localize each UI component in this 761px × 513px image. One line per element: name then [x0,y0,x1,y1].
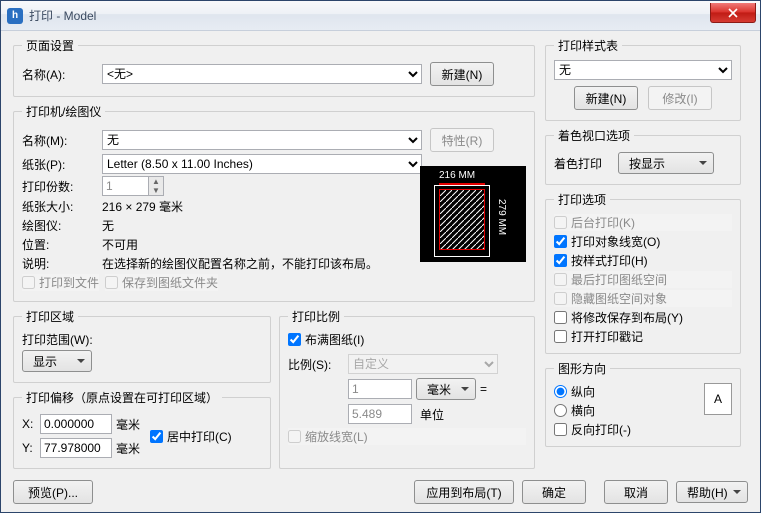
page-setup-name-select[interactable]: <无> [102,64,422,84]
portrait-radio[interactable]: 纵向 [554,383,704,400]
style-new-button[interactable]: 新建(N) [574,86,638,110]
scale-lineweights-check[interactable]: 缩放线宽(L) [288,428,526,445]
copies-input[interactable] [102,176,148,196]
plot-options-group: 打印选项 后台打印(K) 打印对象线宽(O) 按样式打印(H) 最后打印图纸空间… [545,191,741,354]
page-setup-name-label: 名称(A): [22,66,102,83]
cancel-button[interactable]: 取消 [604,480,668,504]
preview-width-label: 216 MM [439,170,475,181]
plot-offset-group: 打印偏移（原点设置在可打印区域） X: 毫米 Y: [13,389,271,469]
style-table-group: 打印样式表 无 新建(N) 修改(I) [545,37,741,121]
plot-lw-check[interactable]: 打印对象线宽(O) [554,233,732,250]
papersize-value: 216 × 279 毫米 [102,198,183,215]
preview-printable-area [439,189,485,250]
page-setup-new-button[interactable]: 新建(N) [430,62,494,86]
plot-styles-check[interactable]: 按样式打印(H) [554,252,732,269]
printer-legend: 打印机/绘图仪 [22,103,105,120]
orientation-legend: 图形方向 [554,360,610,377]
preview-height-label: 279 MM [496,199,507,235]
style-table-legend: 打印样式表 [554,37,622,54]
shade-plot-label: 着色打印 [554,155,618,172]
preview-button[interactable]: 预览(P)... [13,480,93,504]
paper-select[interactable]: Letter (8.50 x 11.00 Inches) [102,154,422,174]
window-title: 打印 - Model [29,7,96,24]
paperspace-last-check[interactable]: 最后打印图纸空间 [554,271,732,288]
paper-preview: 216 MM 279 MM [420,166,526,262]
upside-down-check[interactable]: 反向打印(-) [554,421,704,438]
orientation-group: 图形方向 纵向 横向 反向打印(-) A [545,360,741,447]
page-setup-group: 页面设置 名称(A): <无> 新建(N) [13,37,535,97]
plot-options-legend: 打印选项 [554,191,610,208]
copies-spinner[interactable]: ▲▼ [102,176,164,196]
plot-range-select[interactable]: 显示 [22,350,92,372]
offset-y-unit: 毫米 [116,440,140,457]
plot-offset-legend: 打印偏移（原点设置在可打印区域） [22,389,222,406]
save-to-dwg-check[interactable]: 保存到图纸文件夹 [105,274,218,291]
offset-x-unit: 毫米 [116,416,140,433]
help-button[interactable]: 帮助(H) [676,481,748,503]
close-icon [727,8,739,18]
papersize-label: 纸张大小: [22,198,102,215]
close-button[interactable] [710,3,756,23]
location-value: 不可用 [102,236,138,253]
plot-scale-legend: 打印比例 [288,308,344,325]
copies-label: 打印份数: [22,178,102,195]
desc-value: 在选择新的绘图仪配置名称之前，不能打印该布局。 [102,255,378,272]
scale-select[interactable]: 自定义 [348,354,498,374]
orientation-icon: A [704,383,732,415]
page-setup-legend: 页面设置 [22,37,78,54]
save-layout-check[interactable]: 将修改保存到布局(Y) [554,309,732,326]
spin-up-icon[interactable]: ▲ [149,177,163,186]
plot-scale-group: 打印比例 布满图纸(I) 比例(S): 自定义 毫米 = [279,308,535,469]
app-icon: h [7,8,23,24]
offset-y-input[interactable] [40,438,112,458]
offset-x-input[interactable] [40,414,112,434]
footer: 预览(P)... 应用到布局(T) 确定 取消 帮助(H) [1,472,760,512]
style-modify-button[interactable]: 修改(I) [648,86,712,110]
hide-ps-check[interactable]: 隐藏图纸空间对象 [554,290,732,307]
desc-label: 说明: [22,255,102,272]
equals-label: = [480,382,487,396]
center-plot-check[interactable]: 居中打印(C) [150,428,232,445]
scale-num-input[interactable] [348,379,412,399]
offset-x-label: X: [22,417,40,431]
plotter-value: 无 [102,217,114,234]
plot-area-group: 打印区域 打印范围(W): 显示 [13,308,271,383]
landscape-radio[interactable]: 横向 [554,402,704,419]
offset-y-label: Y: [22,441,40,455]
shade-viewport-legend: 着色视口选项 [554,127,634,144]
print-to-file-check[interactable]: 打印到文件 [22,274,99,291]
shade-viewport-group: 着色视口选项 着色打印 按显示 [545,127,741,185]
titlebar[interactable]: h 打印 - Model [1,1,760,31]
bg-plot-check[interactable]: 后台打印(K) [554,214,732,231]
paper-label: 纸张(P): [22,156,102,173]
scale-label: 比例(S): [288,356,348,373]
plot-range-label: 打印范围(W): [22,331,262,348]
plot-area-legend: 打印区域 [22,308,78,325]
print-dialog: h 打印 - Model 页面设置 名称(A): <无> 新建(N) [0,0,761,513]
location-label: 位置: [22,236,102,253]
scale-den-input[interactable] [348,404,412,424]
printer-name-select[interactable]: 无 [102,130,422,150]
fit-to-paper-check[interactable]: 布满图纸(I) [288,331,526,348]
plotter-label: 绘图仪: [22,217,102,234]
ok-button[interactable]: 确定 [522,480,586,504]
printer-group: 打印机/绘图仪 216 MM 279 MM 名称(M): 无 [13,103,535,302]
apply-layout-button[interactable]: 应用到布局(T) [414,480,514,504]
scale-den-unit: 单位 [420,406,444,423]
scale-unit-select[interactable]: 毫米 [416,378,476,400]
printer-props-button[interactable]: 特性(R) [430,128,494,152]
style-table-select[interactable]: 无 [554,60,732,80]
printer-name-label: 名称(M): [22,132,102,149]
shade-plot-select[interactable]: 按显示 [618,152,714,174]
plot-stamp-check[interactable]: 打开打印戳记 [554,328,732,345]
spin-down-icon[interactable]: ▼ [149,186,163,195]
